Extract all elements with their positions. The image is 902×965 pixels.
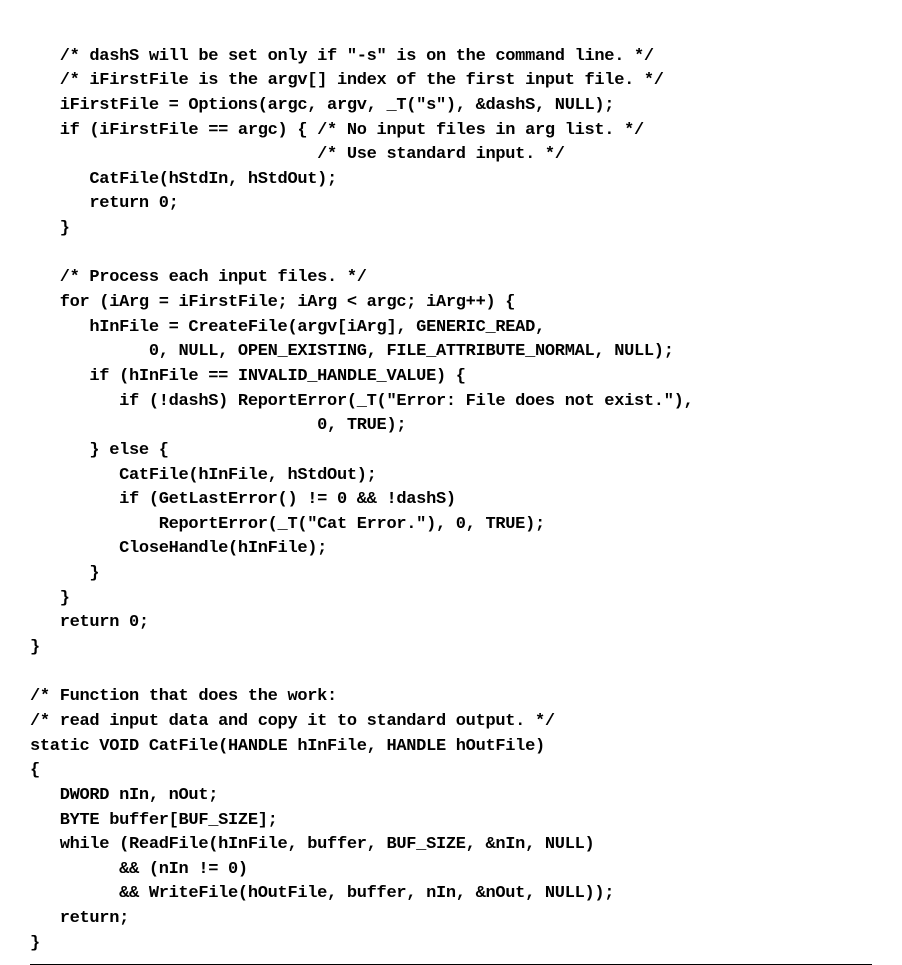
code-line: iFirstFile = Options(argc, argv, _T("s")… xyxy=(30,96,614,115)
code-line: /* iFirstFile is the argv[] index of the… xyxy=(30,71,664,90)
code-listing: /* dashS will be set only if "-s" is on … xyxy=(30,20,872,956)
code-line: /* Function that does the work: xyxy=(30,687,337,706)
code-line: /* read input data and copy it to standa… xyxy=(30,712,555,731)
code-line: CatFile(hStdIn, hStdOut); xyxy=(30,170,337,189)
code-line: && (nIn != 0) xyxy=(30,860,248,879)
code-line: return 0; xyxy=(30,613,149,632)
code-line: DWORD nIn, nOut; xyxy=(30,786,218,805)
code-line: } xyxy=(30,589,70,608)
code-line: } xyxy=(30,638,40,657)
code-line: static VOID CatFile(HANDLE hInFile, HAND… xyxy=(30,737,545,756)
code-line: /* dashS will be set only if "-s" is on … xyxy=(30,47,654,66)
code-line: 0, NULL, OPEN_EXISTING, FILE_ATTRIBUTE_N… xyxy=(30,342,674,361)
code-line: } else { xyxy=(30,441,169,460)
code-line: while (ReadFile(hInFile, buffer, BUF_SIZ… xyxy=(30,835,594,854)
code-line: if (!dashS) ReportError(_T("Error: File … xyxy=(30,392,693,411)
code-line: CatFile(hInFile, hStdOut); xyxy=(30,466,377,485)
code-line: return 0; xyxy=(30,194,179,213)
code-line: if (GetLastError() != 0 && !dashS) xyxy=(30,490,456,509)
code-line: for (iArg = iFirstFile; iArg < argc; iAr… xyxy=(30,293,515,312)
code-line: && WriteFile(hOutFile, buffer, nIn, &nOu… xyxy=(30,884,614,903)
code-line: 0, TRUE); xyxy=(30,416,406,435)
code-line: ReportError(_T("Cat Error."), 0, TRUE); xyxy=(30,515,545,534)
code-line: CloseHandle(hInFile); xyxy=(30,539,327,558)
code-line: /* Use standard input. */ xyxy=(30,145,565,164)
code-line: if (iFirstFile == argc) { /* No input fi… xyxy=(30,121,644,140)
code-line: hInFile = CreateFile(argv[iArg], GENERIC… xyxy=(30,318,545,337)
code-line: BYTE buffer[BUF_SIZE]; xyxy=(30,811,278,830)
code-line: } xyxy=(30,564,99,583)
code-line: if (hInFile == INVALID_HANDLE_VALUE) { xyxy=(30,367,466,386)
code-line: return; xyxy=(30,909,129,928)
code-line: } xyxy=(30,219,70,238)
code-line: { xyxy=(30,761,40,780)
code-line: } xyxy=(30,934,40,953)
code-line: /* Process each input files. */ xyxy=(30,268,367,287)
